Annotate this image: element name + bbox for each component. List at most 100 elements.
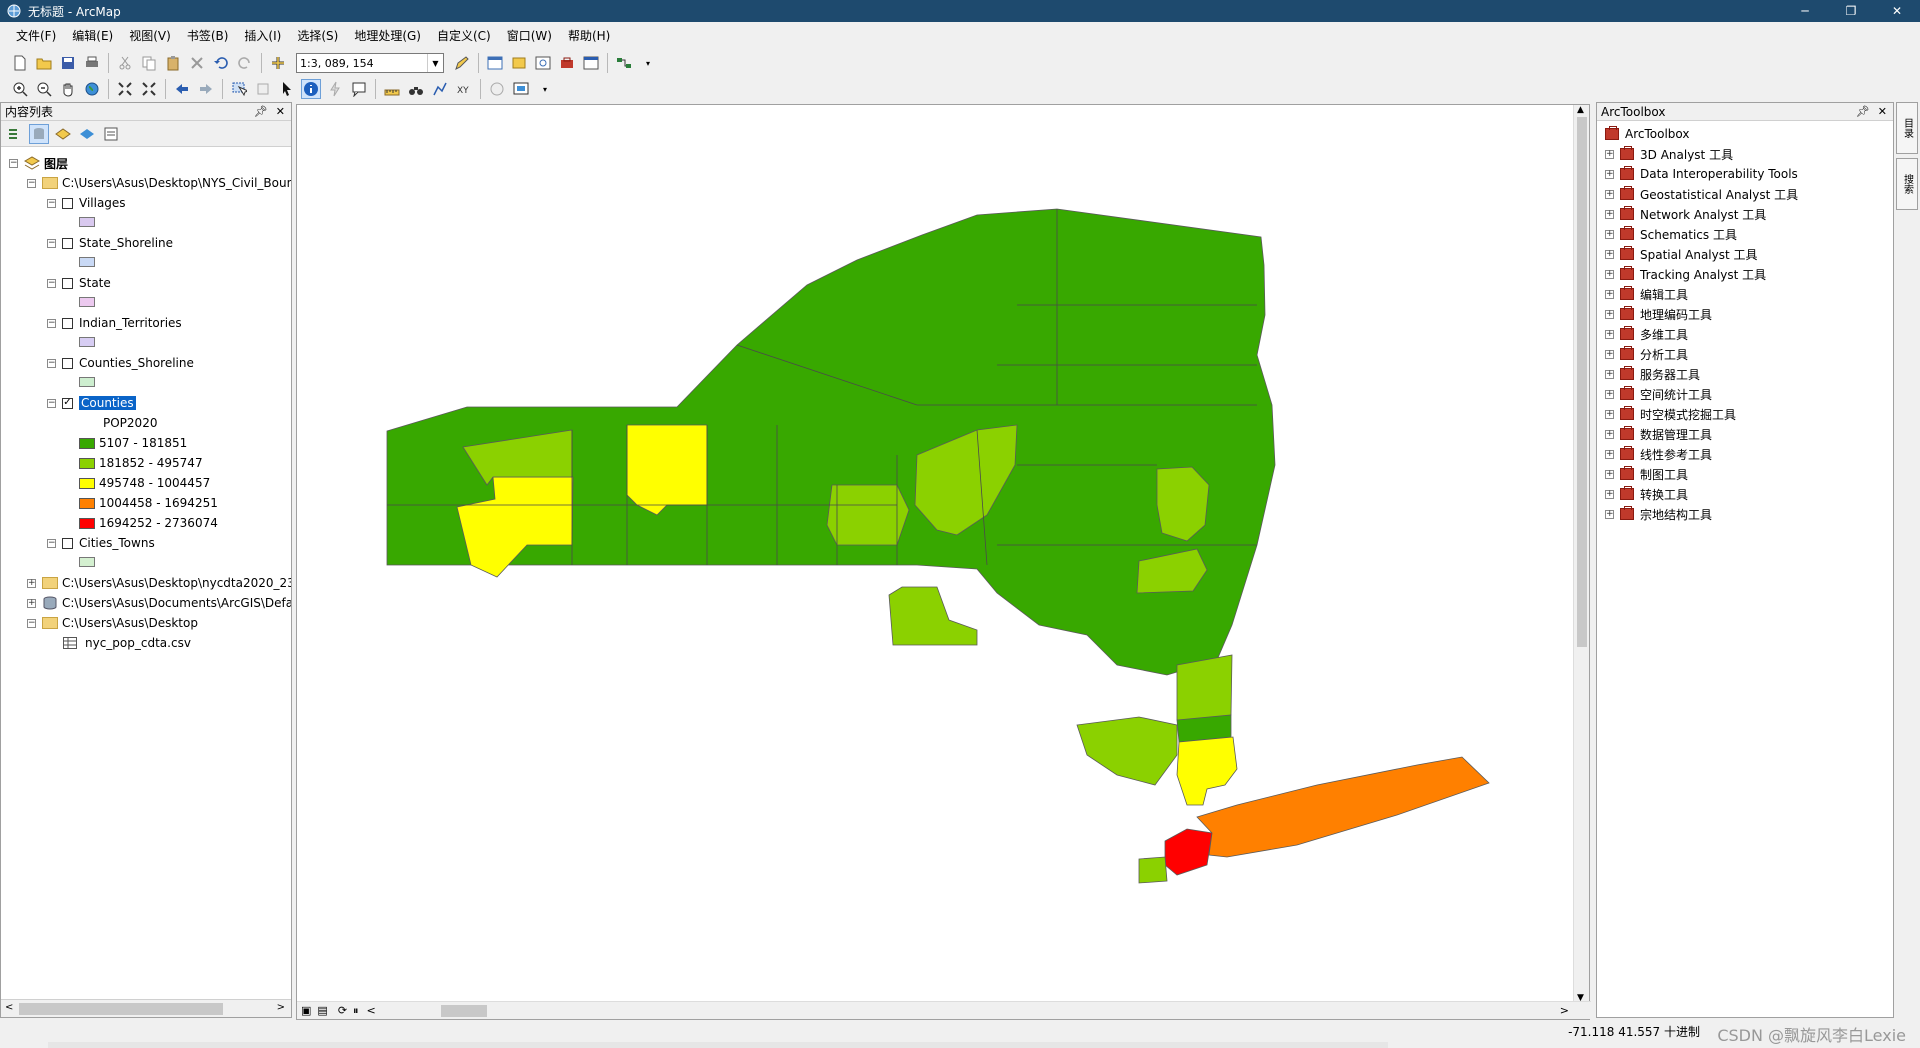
go-forward-extent-button[interactable]	[196, 79, 216, 99]
collapse-toggle[interactable]: −	[47, 318, 56, 328]
scroll-thumb[interactable]	[19, 1003, 223, 1015]
layer-visibility-checkbox[interactable]	[62, 277, 73, 289]
scroll-right-icon[interactable]: >	[1560, 1004, 1569, 1017]
collapse-toggle[interactable]: −	[47, 398, 56, 408]
model-builder-button[interactable]	[614, 53, 634, 73]
collapse-toggle[interactable]: −	[47, 278, 56, 288]
table-of-contents-button[interactable]	[485, 53, 505, 73]
scroll-left-icon[interactable]: <	[367, 1004, 376, 1017]
data-view-icon[interactable]: ▣	[301, 1004, 311, 1017]
scroll-right-icon[interactable]: >	[277, 1002, 285, 1013]
toolbox-item[interactable]: + 地理编码工具	[1605, 305, 1712, 323]
layer-cities-towns[interactable]: − Cities_Towns	[47, 535, 155, 551]
layer-symbol-swatch[interactable]	[79, 557, 95, 567]
toolbox-item[interactable]: + 制图工具	[1605, 465, 1688, 483]
collapse-toggle[interactable]: −	[9, 158, 18, 168]
toolbox-item[interactable]: + Tracking Analyst 工具	[1605, 265, 1766, 283]
close-button[interactable]: ✕	[1874, 0, 1920, 22]
paste-button[interactable]	[163, 53, 183, 73]
search-window-button[interactable]	[533, 53, 553, 73]
add-data-button[interactable]	[268, 53, 288, 73]
fixed-zoom-in-button[interactable]	[115, 79, 135, 99]
layer-visibility-checkbox[interactable]	[62, 197, 73, 209]
expand-toggle[interactable]: +	[27, 578, 36, 588]
expand-toggle[interactable]: +	[1605, 249, 1614, 259]
toolbox-item[interactable]: + 分析工具	[1605, 345, 1688, 363]
source-group-nycdta[interactable]: + C:\Users\Asus\Desktop\nycdta2020_23	[27, 575, 291, 591]
collapse-toggle[interactable]: −	[27, 178, 36, 188]
collapse-toggle[interactable]: −	[27, 618, 36, 628]
clear-selection-button[interactable]	[253, 79, 273, 99]
maximize-button[interactable]: ❐	[1828, 0, 1874, 22]
toolbox-item[interactable]: + 多维工具	[1605, 325, 1688, 343]
menu-selection[interactable]: 选择(S)	[289, 22, 346, 50]
toolbox-item[interactable]: + 服务器工具	[1605, 365, 1700, 383]
pin-icon[interactable]: 📌︎	[1856, 105, 1870, 118]
catalog-tab[interactable]: 目录	[1896, 102, 1918, 154]
new-document-button[interactable]	[10, 53, 30, 73]
toolbox-item[interactable]: + 数据管理工具	[1605, 425, 1712, 443]
layer-symbol-swatch[interactable]	[79, 337, 95, 347]
toolbox-item[interactable]: + 时空模式挖掘工具	[1605, 405, 1736, 423]
python-window-button[interactable]	[581, 53, 601, 73]
list-by-selection-button[interactable]	[77, 124, 97, 144]
layer-visibility-checkbox[interactable]	[62, 537, 73, 549]
legend-class-4[interactable]: 1004458 - 1694251	[79, 495, 218, 511]
menu-edit[interactable]: 编辑(E)	[64, 22, 121, 50]
minimize-button[interactable]: ─	[1782, 0, 1828, 22]
list-by-visibility-button[interactable]	[53, 124, 73, 144]
toolbox-item[interactable]: + Data Interoperability Tools	[1605, 165, 1798, 183]
zoom-in-button[interactable]	[10, 79, 30, 99]
pause-drawing-icon[interactable]: ⏸	[353, 1004, 359, 1018]
layer-visibility-checkbox[interactable]	[62, 357, 73, 369]
toolbar-options-button[interactable]: ▾	[638, 53, 658, 73]
redo-button[interactable]	[235, 53, 255, 73]
menu-file[interactable]: 文件(F)	[8, 22, 64, 50]
editor-toolbar-button[interactable]	[452, 53, 472, 73]
refresh-icon[interactable]: ⟳	[338, 1004, 347, 1017]
expand-toggle[interactable]: +	[1605, 469, 1614, 479]
map-display[interactable]: ▲ ▼ ▣ ▤ ⟳ ⏸ < >	[296, 104, 1591, 1020]
layers-root[interactable]: − 图层	[9, 155, 68, 171]
expand-toggle[interactable]: +	[1605, 429, 1614, 439]
map-canvas[interactable]	[297, 105, 1573, 1003]
expand-toggle[interactable]: +	[1605, 269, 1614, 279]
catalog-button[interactable]	[509, 53, 529, 73]
collapse-toggle[interactable]: −	[47, 358, 56, 368]
legend-class-1[interactable]: 5107 - 181851	[79, 435, 187, 451]
arctoolbox-button[interactable]	[557, 53, 577, 73]
scroll-thumb[interactable]	[1577, 117, 1587, 647]
toc-horizontal-scrollbar[interactable]: < >	[1, 999, 291, 1017]
layer-visibility-checkbox[interactable]	[62, 237, 73, 249]
copy-button[interactable]	[139, 53, 159, 73]
layer-visibility-checkbox[interactable]: ✓	[62, 397, 73, 409]
print-button[interactable]	[82, 53, 102, 73]
measure-button[interactable]	[382, 79, 402, 99]
expand-toggle[interactable]: +	[1605, 489, 1614, 499]
expand-toggle[interactable]: +	[1605, 149, 1614, 159]
expand-toggle[interactable]: +	[1605, 349, 1614, 359]
scroll-up-icon[interactable]: ▲	[1577, 105, 1584, 115]
source-group-nys-civil[interactable]: − C:\Users\Asus\Desktop\NYS_Civil_Boun	[27, 175, 291, 191]
layer-indian-territories[interactable]: − Indian_Territories	[47, 315, 182, 331]
close-icon[interactable]: ✕	[276, 105, 285, 118]
legend-class-2[interactable]: 181852 - 495747	[79, 455, 203, 471]
expand-toggle[interactable]: +	[1605, 409, 1614, 419]
source-group-desktop[interactable]: − C:\Users\Asus\Desktop	[27, 615, 198, 631]
menu-view[interactable]: 视图(V)	[121, 22, 179, 50]
expand-toggle[interactable]: +	[1605, 209, 1614, 219]
pan-button[interactable]	[58, 79, 78, 99]
source-group-arcgis-default[interactable]: + C:\Users\Asus\Documents\ArcGIS\Defa	[27, 595, 291, 611]
layer-counties[interactable]: − ✓ Counties	[47, 395, 136, 411]
undo-button[interactable]	[211, 53, 231, 73]
expand-toggle[interactable]: +	[1605, 509, 1614, 519]
save-button[interactable]	[58, 53, 78, 73]
layer-state[interactable]: − State	[47, 275, 111, 291]
expand-toggle[interactable]: +	[1605, 449, 1614, 459]
map-vertical-scrollbar[interactable]: ▲ ▼	[1573, 105, 1589, 1003]
toolbox-item[interactable]: +3D Analyst 工具	[1605, 145, 1733, 163]
expand-toggle[interactable]: +	[1605, 309, 1614, 319]
toolbox-item[interactable]: + Spatial Analyst 工具	[1605, 245, 1758, 263]
toolbar-options-button-2[interactable]: ▾	[535, 79, 555, 99]
close-icon[interactable]: ✕	[1878, 105, 1887, 118]
